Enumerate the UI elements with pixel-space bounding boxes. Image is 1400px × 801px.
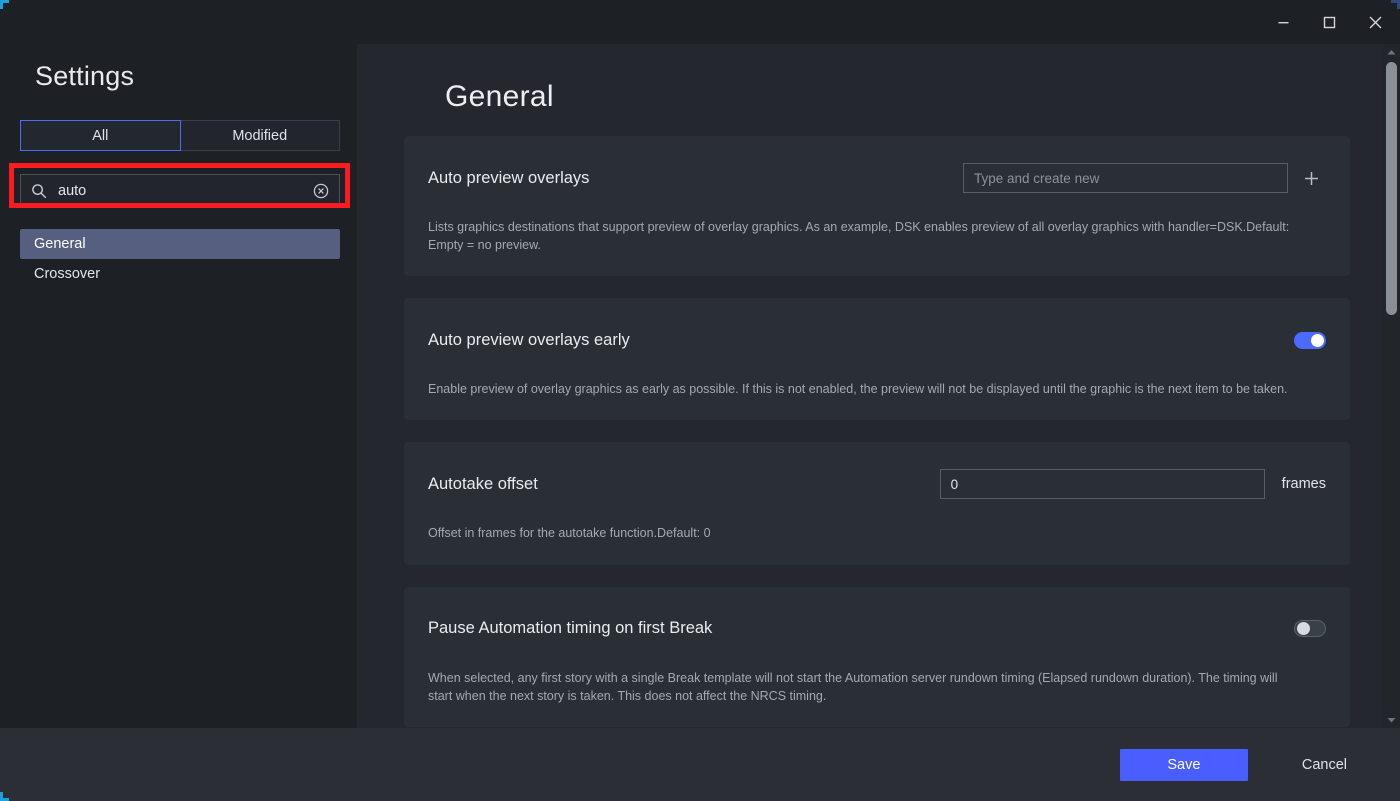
toggle-knob	[1311, 334, 1324, 347]
setting-header: Pause Automation timing on first Break	[428, 612, 1326, 646]
setting-header: Auto preview overlays early	[428, 323, 1326, 357]
toggle-knob	[1297, 622, 1310, 635]
cancel-button[interactable]: Cancel	[1292, 751, 1357, 779]
close-button[interactable]	[1352, 0, 1398, 44]
search-container	[20, 174, 340, 208]
settings-scroll-area: General Auto preview overlays	[357, 44, 1400, 728]
sidebar-item-general[interactable]: General	[20, 229, 340, 259]
search-icon	[31, 183, 47, 199]
close-icon	[1368, 15, 1383, 30]
setting-control: frames	[940, 469, 1326, 499]
setting-label: Auto preview overlays early	[428, 331, 630, 350]
main-panel: General Auto preview overlays	[357, 44, 1400, 728]
setting-label: Auto preview overlays	[428, 169, 589, 188]
scrollbar-thumb[interactable]	[1386, 62, 1397, 315]
chevron-down-icon	[1387, 717, 1396, 724]
vertical-scrollbar[interactable]	[1383, 44, 1400, 728]
setting-control	[1294, 332, 1326, 349]
autotake-offset-unit: frames	[1282, 476, 1326, 492]
autotake-offset-input[interactable]	[940, 469, 1265, 499]
tab-modified[interactable]: Modified	[180, 120, 341, 151]
setting-card-auto-preview-overlays: Auto preview overlays Lists graphics des…	[404, 136, 1350, 276]
setting-label: Pause Automation timing on first Break	[428, 619, 712, 638]
sidebar: Settings All Modified	[0, 44, 357, 728]
pause-automation-timing-toggle[interactable]	[1294, 620, 1326, 637]
setting-card-autotake-offset: Autotake offset frames Offset in frames …	[404, 442, 1350, 564]
tab-all[interactable]: All	[20, 120, 181, 151]
setting-header: Auto preview overlays	[428, 161, 1326, 195]
window-body: Settings All Modified	[0, 44, 1400, 728]
add-overlay-button[interactable]	[1296, 163, 1326, 193]
settings-nav-list: General Crossover	[20, 229, 340, 289]
scroll-down-button[interactable]	[1383, 712, 1400, 728]
settings-title: Settings	[35, 61, 337, 92]
clear-circle-icon[interactable]	[312, 182, 330, 200]
setting-header: Autotake offset frames	[428, 467, 1326, 501]
setting-card-pause-automation-timing: Pause Automation timing on first Break W…	[404, 587, 1350, 727]
maximize-icon	[1323, 16, 1336, 29]
setting-label: Autotake offset	[428, 475, 538, 494]
footer-bar: Save Cancel	[0, 728, 1400, 801]
maximize-button[interactable]	[1306, 0, 1352, 44]
sidebar-item-crossover[interactable]: Crossover	[20, 259, 340, 289]
setting-description: When selected, any first story with a si…	[428, 669, 1303, 705]
setting-control	[963, 163, 1326, 193]
auto-preview-overlays-input[interactable]	[963, 163, 1288, 193]
search-input[interactable]	[47, 183, 312, 199]
minimize-icon	[1277, 16, 1290, 29]
search-field[interactable]	[20, 174, 340, 208]
title-bar	[0, 0, 1400, 44]
minimize-button[interactable]	[1260, 0, 1306, 44]
page-title: General	[445, 80, 1350, 114]
setting-description: Enable preview of overlay graphics as ea…	[428, 380, 1303, 398]
scroll-up-button[interactable]	[1383, 44, 1400, 60]
filter-tabs: All Modified	[20, 120, 340, 151]
setting-description: Offset in frames for the autotake functi…	[428, 524, 1303, 542]
save-button[interactable]: Save	[1120, 749, 1248, 781]
setting-description: Lists graphics destinations that support…	[428, 218, 1303, 254]
auto-preview-overlays-early-toggle[interactable]	[1294, 332, 1326, 349]
setting-control	[1294, 620, 1326, 637]
chevron-up-icon	[1387, 49, 1396, 56]
plus-icon	[1303, 170, 1320, 187]
settings-window: Settings All Modified	[0, 0, 1400, 801]
setting-card-auto-preview-overlays-early: Auto preview overlays early Enable previ…	[404, 298, 1350, 420]
